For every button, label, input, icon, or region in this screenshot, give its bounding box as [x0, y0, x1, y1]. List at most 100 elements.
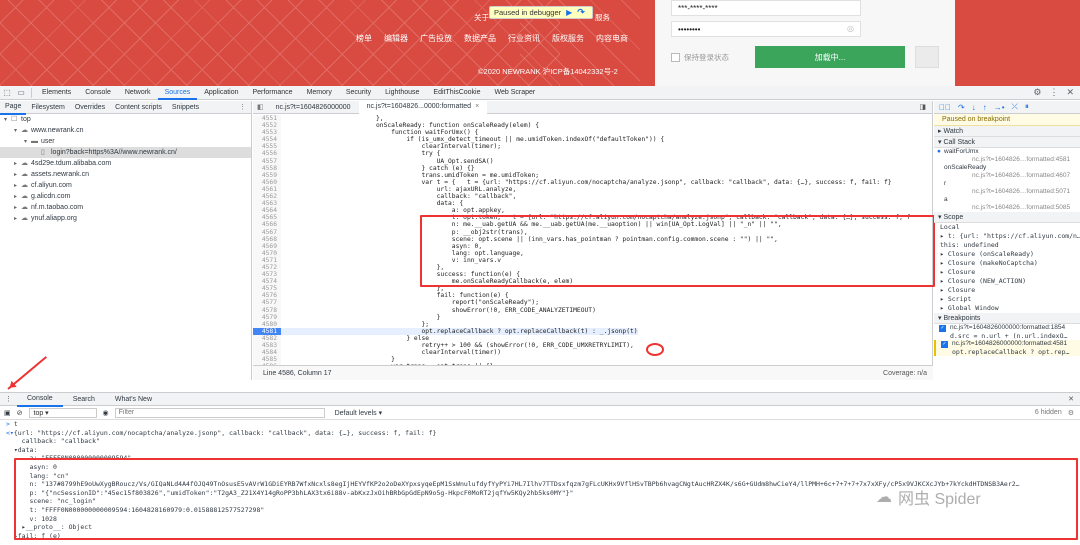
console-out-line[interactable]: <▾{url: "https://cf.aliyun.com/nocaptcha…	[0, 429, 1080, 438]
username-field[interactable]: ***-****-****	[671, 0, 861, 16]
more-menu-icon[interactable]: ⋮	[1049, 87, 1058, 98]
scope-row[interactable]: ▸ Global Window	[934, 304, 1080, 313]
code-line-breakpoint[interactable]: 4581 opt.replaceCallback ? opt.replaceCa…	[253, 327, 933, 335]
devtools-tab-application[interactable]: Application	[197, 86, 245, 100]
tree-item[interactable]: ▸ ☁ assets.newrank.cn	[0, 169, 251, 180]
scope-row[interactable]: this: undefined	[934, 241, 1080, 250]
more-tabs-icon[interactable]: ⋮	[239, 103, 251, 111]
tree-item[interactable]: ▸ ☁ ynuf.aliapp.org	[0, 213, 251, 224]
line-number[interactable]: 4577	[253, 299, 281, 307]
line-number[interactable]: 4552	[253, 122, 281, 130]
line-number[interactable]: 4581	[253, 327, 281, 335]
tree-item[interactable]: ▸ ☁ g.alicdn.com	[0, 191, 251, 202]
line-number[interactable]: 4564	[253, 207, 281, 215]
code-line[interactable]: 4553 function waitForUmx() {	[253, 129, 933, 137]
call-frame[interactable]: onScaleReady nc.js?t=1604826…formatted:46…	[934, 164, 1080, 180]
navigator-subtab[interactable]: Filesystem	[26, 101, 69, 114]
toggle-navigator-icon[interactable]: ◧	[253, 103, 268, 111]
line-number[interactable]: 4551	[253, 115, 281, 123]
tree-item[interactable]: ▯ login?back=https%3A//www.newrank.cn/	[0, 147, 251, 158]
line-number[interactable]: 4571	[253, 256, 281, 264]
code-line[interactable]: 4582 } else	[253, 334, 933, 342]
pause-on-exceptions-icon[interactable]: ⏸	[1025, 102, 1029, 112]
scope-row[interactable]: ▸ Script	[934, 295, 1080, 304]
line-number[interactable]: 4555	[253, 143, 281, 151]
site-nav-item[interactable]: 版权服务	[552, 33, 584, 44]
line-number[interactable]: 4585	[253, 356, 281, 364]
site-nav-item[interactable]: 编辑器	[384, 33, 408, 44]
scope-row[interactable]: Local	[934, 223, 1080, 232]
code-line[interactable]: 4580 };	[253, 320, 933, 328]
step-over-icon[interactable]: ↷	[958, 103, 965, 112]
checkbox-checked-icon[interactable]: ✓	[941, 341, 948, 348]
line-number[interactable]: 4554	[253, 136, 281, 144]
tree-item[interactable]: ▾ ▬ user	[0, 136, 251, 147]
line-number[interactable]: 4556	[253, 150, 281, 158]
call-stack-section[interactable]: ▾ Call Stack	[934, 137, 1080, 148]
call-frame[interactable]: a nc.js?t=1604826…formatted:5085	[934, 196, 1080, 212]
line-number[interactable]: 4553	[253, 129, 281, 137]
code-line[interactable]: 4561 url: ajaxURL.analyze,	[253, 185, 933, 194]
scope-row[interactable]: ▸ Closure	[934, 286, 1080, 295]
line-number[interactable]: 4562	[253, 193, 281, 201]
code-line[interactable]: 4562 callback: "callback",	[253, 193, 933, 201]
clear-console-icon[interactable]: ⊘	[17, 409, 23, 417]
line-number[interactable]: 4579	[253, 313, 281, 321]
line-number[interactable]: 4578	[253, 306, 281, 314]
site-nav-item[interactable]: 数据产品	[464, 33, 496, 44]
remember-checkbox[interactable]	[671, 53, 680, 62]
devtools-tab-memory[interactable]: Memory	[300, 86, 339, 100]
site-nav-item[interactable]: 行业资讯	[508, 33, 540, 44]
devtools-tab-network[interactable]: Network	[118, 86, 158, 100]
close-icon[interactable]: ✕	[1066, 87, 1074, 98]
code-line[interactable]: 4563 data: {	[253, 200, 933, 208]
code-line[interactable]: 4584 clearInterval(timer))	[253, 349, 933, 357]
watch-section[interactable]: ▸ Watch	[934, 126, 1080, 137]
context-selector[interactable]: top ▾	[28, 407, 97, 418]
line-number[interactable]: 4558	[253, 164, 281, 172]
site-link-about[interactable]: 关于	[474, 12, 489, 23]
live-expression-icon[interactable]: ◉	[103, 409, 109, 417]
line-number[interactable]: 4559	[253, 171, 281, 179]
step-over-icon[interactable]: ↷	[577, 7, 585, 18]
console-filter-input[interactable]	[114, 407, 325, 418]
eye-icon[interactable]: ◎	[847, 24, 854, 33]
navigator-subtab[interactable]: Page	[0, 100, 27, 115]
drawer-tab-search[interactable]: Search	[63, 393, 105, 406]
checkbox-checked-icon[interactable]: ✓	[939, 325, 946, 332]
scope-row[interactable]: ▸ Closure (makeNoCaptcha)	[934, 259, 1080, 268]
code-line[interactable]: 4576 fail: function(e) {	[253, 292, 933, 300]
devtools-tab-sources[interactable]: Sources	[157, 86, 198, 100]
editor-tab-active[interactable]: nc.js?t=1604826...0000:formatted ×	[358, 100, 488, 114]
scope-row[interactable]: ▸ Closure (onScaleReady)	[934, 250, 1080, 259]
navigator-subtab[interactable]: Content scripts	[110, 101, 167, 114]
line-number[interactable]: 4582	[253, 334, 281, 342]
line-number[interactable]: 4557	[253, 157, 281, 165]
breakpoints-section[interactable]: ▾ Breakpoints	[934, 313, 1080, 324]
line-number[interactable]: 4563	[253, 200, 281, 208]
tree-item[interactable]: ▾ ☁ www.newrank.cn	[0, 125, 251, 136]
login-side-button[interactable]	[915, 46, 939, 68]
line-number[interactable]: 4576	[253, 292, 281, 300]
drawer-tab-console[interactable]: Console	[17, 392, 63, 407]
scope-row[interactable]: ▸ Closure	[934, 268, 1080, 277]
scope-section[interactable]: ▾ Scope	[934, 212, 1080, 223]
line-number[interactable]: 4567	[253, 228, 281, 236]
code-line[interactable]: 4583 retry++ > 100 && (showError(!0, ERR…	[253, 342, 933, 350]
devtools-tab-web-scraper[interactable]: Web Scraper	[488, 86, 543, 100]
code-line[interactable]: 4554 if (is_umx_detect_timeout || me.umi…	[253, 136, 933, 144]
code-line[interactable]: 4564 a: opt.appkey,	[253, 207, 933, 215]
code-line[interactable]: 4585 }	[253, 356, 933, 364]
line-number[interactable]: 4573	[253, 271, 281, 279]
settings-gear-icon[interactable]: ⚙	[1033, 87, 1041, 98]
inspect-element-icon[interactable]: ⬚	[0, 88, 14, 97]
console-input-line[interactable]: > t	[0, 420, 1080, 429]
close-drawer-icon[interactable]: ✕	[1068, 395, 1080, 403]
console-settings-gear-icon[interactable]: ⚙	[1068, 409, 1074, 417]
expand-arrow-icon[interactable]: <▾	[6, 429, 14, 437]
line-number[interactable]: 4572	[253, 263, 281, 272]
editor-tab[interactable]: nc.js?t=1604826000000	[268, 101, 359, 114]
breakpoint-item[interactable]: ✓ nc.js?t=1604826000000:formatted:4581 opt…	[934, 340, 1080, 356]
log-levels-dropdown[interactable]: Default levels ▾	[335, 409, 382, 417]
line-number[interactable]: 4565	[253, 214, 281, 222]
